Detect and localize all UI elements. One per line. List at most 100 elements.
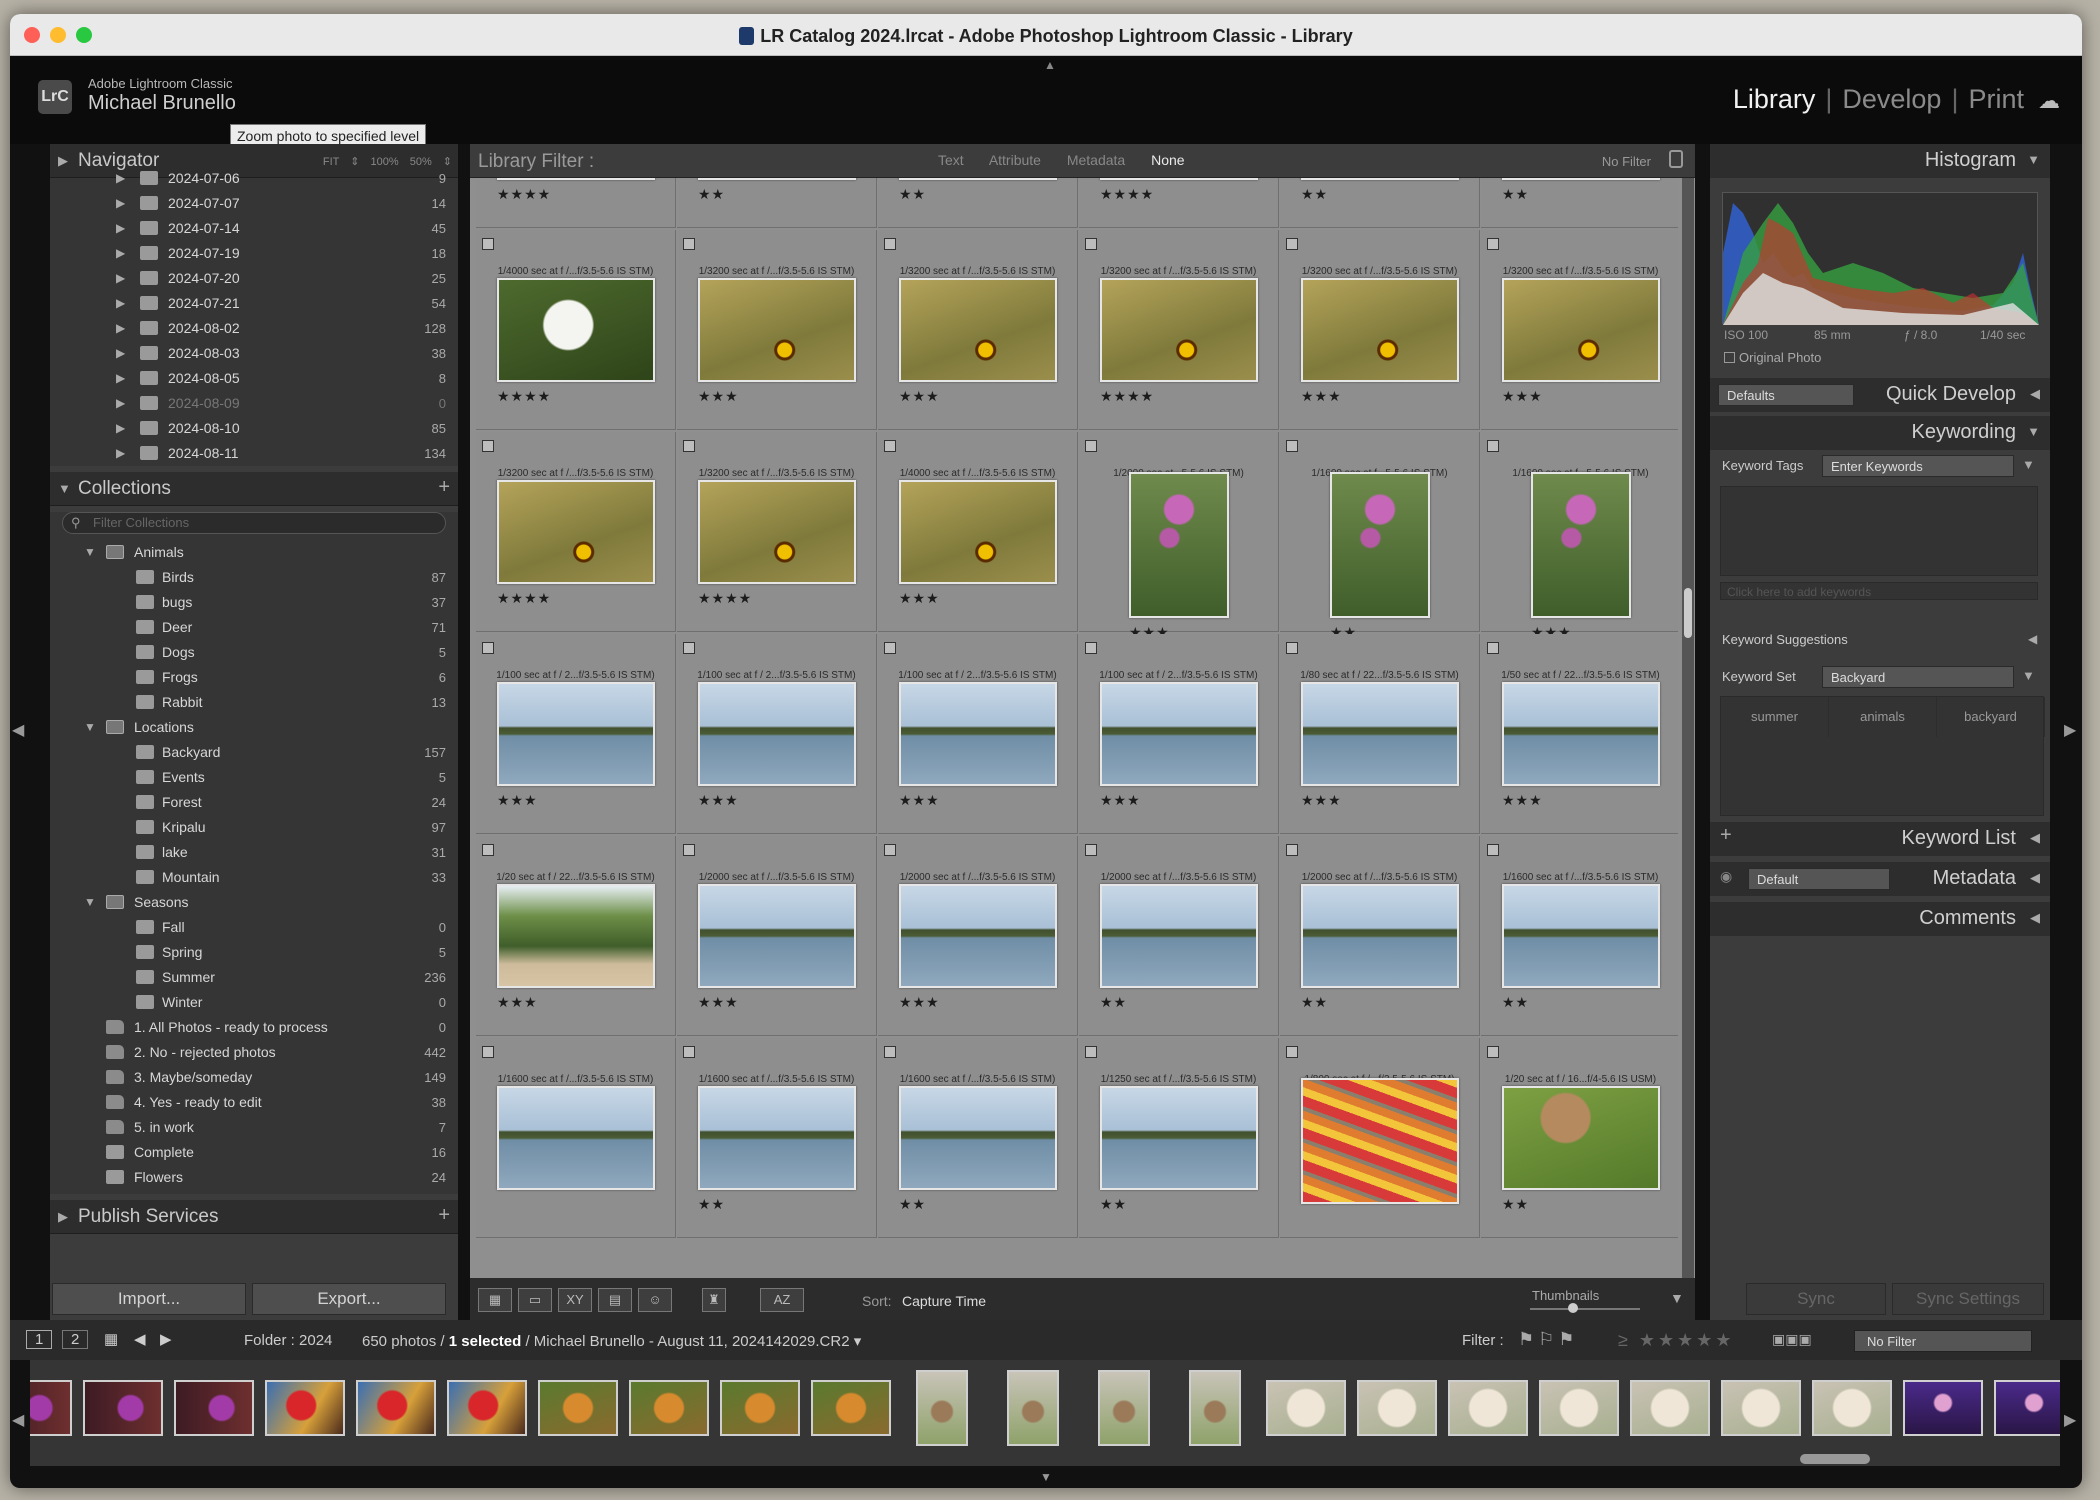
photo-thumbnail[interactable] xyxy=(1502,1086,1660,1190)
collapse-triangle-icon[interactable]: ▼ xyxy=(84,545,96,559)
pick-flag-icon[interactable] xyxy=(884,1046,896,1058)
star-rating[interactable]: ★★★ xyxy=(1301,792,1342,809)
collection-row[interactable]: 4. Yes - ready to edit 38 xyxy=(50,1090,458,1115)
photo-thumbnail[interactable] xyxy=(1330,472,1430,618)
keyword-set-item[interactable]: animals xyxy=(1829,697,1937,737)
flag-filter-icons[interactable]: ⚑⚐⚑ xyxy=(1518,1329,1578,1350)
collection-row[interactable]: Spring 5 xyxy=(50,940,458,965)
right-panel-toggle-icon[interactable]: ▶ xyxy=(2064,720,2076,740)
grid-cell[interactable]: 1/2000 sec at f /...f/3.5-5.6 IS STM) ★★★ xyxy=(677,836,877,1036)
grid-cell[interactable]: 1/3200 sec at f /...f/3.5-5.6 IS STM) ★★★ xyxy=(878,230,1078,430)
window-2-button[interactable]: 2 xyxy=(62,1330,89,1349)
photo-thumbnail[interactable] xyxy=(899,884,1057,988)
top-panel-toggle-icon[interactable]: ▲ xyxy=(1044,58,1056,72)
pick-flag-icon[interactable] xyxy=(1487,238,1499,250)
star-rating[interactable]: ★★ xyxy=(1502,1196,1529,1213)
photo-thumbnail[interactable] xyxy=(497,178,655,180)
filmstrip-thumbnail[interactable] xyxy=(1098,1370,1150,1446)
folder-expand-icon[interactable]: ▶ xyxy=(116,446,125,460)
pick-flag-icon[interactable] xyxy=(683,1046,695,1058)
folder-expand-icon[interactable]: ▶ xyxy=(116,171,125,185)
pick-flag-icon[interactable] xyxy=(482,238,494,250)
grid-cell[interactable]: 1/1600 sec at f /...f/3.5-5.6 IS STM) ★★ xyxy=(677,1038,877,1238)
grid-cell[interactable]: 1/20 sec at f / 16...f/4-5.6 IS USM) ★★ xyxy=(1481,1038,1678,1238)
module-library[interactable]: Library xyxy=(1733,84,1816,114)
pick-flag-icon[interactable] xyxy=(884,238,896,250)
filmstrip-thumbnail[interactable] xyxy=(447,1380,527,1436)
star-rating[interactable]: ★★★★ xyxy=(497,388,551,405)
grid-cell[interactable]: 1/1600 sec at f /...f/3.5-5.6 IS STM) ★★ xyxy=(878,1038,1078,1238)
collapse-triangle-icon[interactable]: ◀ xyxy=(2030,870,2040,886)
grid-cell[interactable]: ★★ xyxy=(878,178,1078,228)
folder-row[interactable]: ▶ 2024-08-03 38 xyxy=(50,341,458,366)
grid-cell[interactable]: ★★★★ xyxy=(1079,178,1279,228)
pick-flag-icon[interactable] xyxy=(1085,238,1097,250)
import-button[interactable]: Import... xyxy=(52,1283,246,1315)
grid-cell[interactable]: 1/3200 sec at f /...f/3.5-5.6 IS STM) ★★★ xyxy=(1280,230,1480,430)
star-rating[interactable]: ★★★ xyxy=(1502,792,1543,809)
painter-icon[interactable]: ♜ xyxy=(702,1288,726,1312)
grid-cell[interactable]: 1/2000 sec at f /...f/3.5-5.6 IS STM) ★★★ xyxy=(878,836,1078,1036)
thumbnail-size-slider[interactable] xyxy=(1530,1303,1640,1313)
collapse-triangle-icon[interactable]: ▼ xyxy=(84,720,96,734)
grid-cell[interactable]: 1/100 sec at f / 2...f/3.5-5.6 IS STM) ★★… xyxy=(878,634,1078,834)
star-rating[interactable]: ★★★ xyxy=(497,994,538,1011)
publish-services-header[interactable]: ▶ Publish Services + xyxy=(50,1200,458,1234)
photo-thumbnail[interactable] xyxy=(1129,472,1229,618)
grid-cell[interactable]: 1/2000 sec at f /...f/3.5-5.6 IS STM) ★★ xyxy=(1280,836,1480,1036)
grid-cell[interactable]: 1/80 sec at f / 22...f/3.5-5.6 IS STM) ★★… xyxy=(1280,634,1480,834)
comments-header[interactable]: Comments ◀ xyxy=(1710,902,2050,936)
histogram-header[interactable]: Histogram ▼ xyxy=(1710,144,2050,178)
pick-flag-icon[interactable] xyxy=(1085,642,1097,654)
pick-flag-icon[interactable] xyxy=(482,440,494,452)
left-panel-toggle-icon[interactable]: ◀ xyxy=(12,720,24,740)
pick-flag-icon[interactable] xyxy=(1487,844,1499,856)
star-rating[interactable]: ★★★ xyxy=(899,590,940,607)
collection-row[interactable]: Dogs 5 xyxy=(50,640,458,665)
pick-flag-icon[interactable] xyxy=(884,440,896,452)
pick-flag-icon[interactable] xyxy=(884,642,896,654)
grid-cell[interactable]: 1/3200 sec at f /...f/3.5-5.6 IS STM) ★★★ xyxy=(677,230,877,430)
photo-thumbnail[interactable] xyxy=(899,278,1057,382)
folder-row[interactable]: ▶ 2024-08-10 85 xyxy=(50,416,458,441)
filmstrip-thumbnail[interactable] xyxy=(30,1380,72,1436)
lock-icon[interactable] xyxy=(1669,150,1683,168)
window-1-button[interactable]: 1 xyxy=(26,1330,53,1349)
sync-settings-button[interactable]: Sync Settings xyxy=(1892,1283,2044,1315)
keyword-set-item[interactable]: backyard xyxy=(1937,697,2045,737)
folder-expand-icon[interactable]: ▶ xyxy=(116,371,125,385)
grid-scrollbar[interactable] xyxy=(1682,178,1694,1278)
keyword-tags-menu-icon[interactable]: ▼ xyxy=(2022,457,2035,472)
folder-row[interactable]: ▶ 2024-07-07 14 xyxy=(50,191,458,216)
star-rating[interactable]: ★★★★ xyxy=(1100,388,1154,405)
star-rating[interactable]: ★★★ xyxy=(899,994,940,1011)
collection-set-row[interactable]: ▼ Locations xyxy=(50,715,458,740)
pick-flag-icon[interactable] xyxy=(482,642,494,654)
filmstrip-thumbnail[interactable] xyxy=(1189,1370,1241,1446)
filter-tab-text[interactable]: Text xyxy=(938,152,964,168)
keyword-tags-area[interactable] xyxy=(1720,486,2038,576)
original-photo-checkbox[interactable]: Original Photo xyxy=(1724,350,1821,365)
star-rating[interactable]: ★★ xyxy=(1301,994,1328,1011)
pick-flag-icon[interactable] xyxy=(1286,844,1298,856)
photo-thumbnail[interactable] xyxy=(1301,178,1459,180)
star-rating[interactable]: ★★★★ xyxy=(497,590,551,607)
photo-thumbnail[interactable] xyxy=(1301,278,1459,382)
keyword-list-header[interactable]: + Keyword List ◀ xyxy=(1710,822,2050,856)
star-rating[interactable]: ★★ xyxy=(1502,186,1529,203)
collection-row[interactable]: Frogs 6 xyxy=(50,665,458,690)
keywording-header[interactable]: Keywording ▼ xyxy=(1710,416,2050,450)
cloud-sync-icon[interactable]: ☁ xyxy=(2038,88,2060,114)
folder-expand-icon[interactable]: ▶ xyxy=(116,396,125,410)
pick-flag-icon[interactable] xyxy=(1085,440,1097,452)
folder-row[interactable]: ▶ 2024-08-05 8 xyxy=(50,366,458,391)
module-develop[interactable]: Develop xyxy=(1842,84,1941,114)
grid-cell[interactable]: 1/3200 sec at f /...f/3.5-5.6 IS STM) ★★★… xyxy=(1079,230,1279,430)
folder-row[interactable]: ▶ 2024-08-09 0 xyxy=(50,391,458,416)
checkbox-box[interactable] xyxy=(1724,352,1735,363)
folder-expand-icon[interactable]: ▶ xyxy=(116,196,125,210)
sync-button[interactable]: Sync xyxy=(1746,1283,1886,1315)
grid-cell[interactable]: 1/2000 sec at f /...f/3.5-5.6 IS STM) ★★ xyxy=(1079,836,1279,1036)
filmstrip-thumbnail[interactable] xyxy=(629,1380,709,1436)
collection-row[interactable]: Winter 0 xyxy=(50,990,458,1015)
